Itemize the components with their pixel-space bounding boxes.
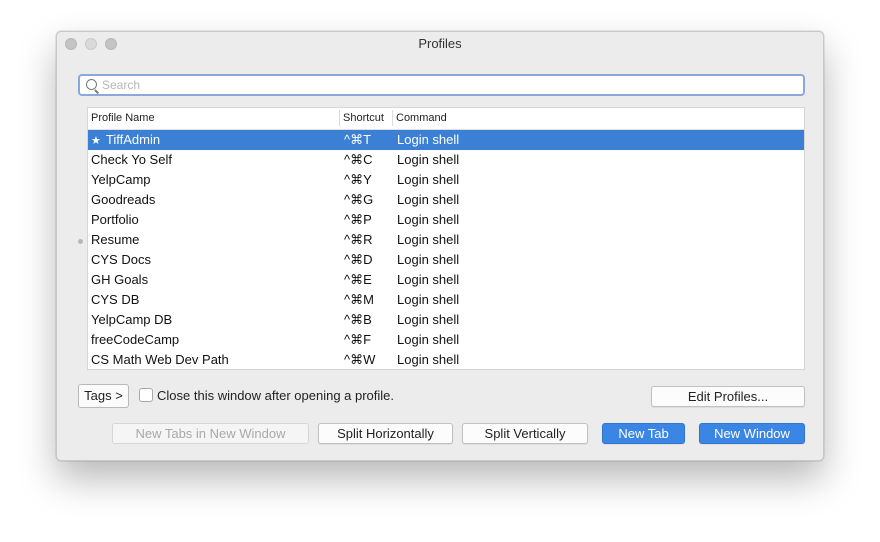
profile-shortcut: ^⌘T	[344, 132, 372, 147]
profile-command: Login shell	[397, 192, 460, 207]
table-row[interactable]: freeCodeCamp ^⌘F Login shell	[88, 330, 804, 350]
table-header: Profile Name Shortcut Command	[88, 108, 804, 130]
split-vertically-button[interactable]: Split Vertically	[462, 423, 588, 444]
profile-command: Login shell	[397, 232, 460, 247]
profile-name: Portfolio	[91, 212, 139, 227]
table-row[interactable]: YelpCamp DB ^⌘B Login shell	[88, 310, 804, 330]
profile-shortcut: ^⌘R	[344, 232, 373, 247]
profile-command: Login shell	[397, 292, 460, 307]
edit-profiles-button[interactable]: Edit Profiles...	[651, 386, 805, 407]
table-row[interactable]: CYS DB ^⌘M Login shell	[88, 290, 804, 310]
title-bar: Profiles	[57, 32, 823, 56]
profile-name: Goodreads	[91, 192, 156, 207]
profile-name: GH Goals	[91, 272, 149, 287]
table-row[interactable]: Resume ^⌘R Login shell	[88, 230, 804, 250]
search-input[interactable]	[102, 77, 792, 93]
profile-name: YelpCamp	[91, 172, 151, 187]
profile-name: YelpCamp DB	[91, 312, 173, 327]
table-row[interactable]: CS Math Web Dev Path ^⌘W Login shell	[88, 350, 804, 369]
profile-shortcut: ^⌘Y	[344, 172, 372, 187]
profile-name: TiffAdmin	[105, 132, 161, 147]
profile-command: Login shell	[397, 172, 460, 187]
table-row[interactable]: Portfolio ^⌘P Login shell	[88, 210, 804, 230]
profile-command: Login shell	[397, 272, 460, 287]
close-after-open-checkbox[interactable]	[139, 388, 153, 402]
profile-name: freeCodeCamp	[91, 332, 180, 347]
profiles-table: Profile Name Shortcut Command ★ TiffAdmin…	[87, 107, 805, 370]
profiles-window: Profiles Profile Name Shortcut Command ★…	[56, 31, 824, 461]
profile-name: CYS DB	[91, 292, 140, 307]
table-row[interactable]: GH Goals ^⌘E Login shell	[88, 270, 804, 290]
profile-name: CYS Docs	[91, 252, 151, 267]
profile-command: Login shell	[397, 152, 460, 167]
profile-shortcut: ^⌘D	[344, 252, 373, 267]
profile-command: Login shell	[397, 212, 460, 227]
profile-shortcut: ^⌘F	[344, 332, 372, 347]
close-after-open-label[interactable]: Close this window after opening a profil…	[157, 388, 394, 403]
profile-name: CS Math Web Dev Path	[91, 352, 229, 367]
profile-name: Resume	[91, 232, 140, 247]
row-indicator-dot	[78, 239, 83, 244]
profile-command: Login shell	[397, 312, 460, 327]
new-tab-button[interactable]: New Tab	[602, 423, 685, 444]
table-row[interactable]: CYS Docs ^⌘D Login shell	[88, 250, 804, 270]
profile-name: Check Yo Self	[91, 152, 172, 167]
profile-shortcut: ^⌘W	[344, 352, 376, 367]
column-header-command[interactable]: Command	[396, 112, 447, 124]
table-row[interactable]: Goodreads ^⌘G Login shell	[88, 190, 804, 210]
table-row[interactable]: Check Yo Self ^⌘C Login shell	[88, 150, 804, 170]
table-body: ★ TiffAdmin ^⌘T Login shell Check Yo Self…	[88, 130, 804, 369]
column-header-profile-name[interactable]: Profile Name	[91, 112, 155, 124]
search-icon	[86, 79, 97, 90]
default-profile-star-icon: ★	[91, 135, 101, 147]
new-window-button[interactable]: New Window	[699, 423, 805, 444]
profile-shortcut: ^⌘B	[344, 312, 372, 327]
profile-command: Login shell	[397, 352, 460, 367]
new-tabs-in-new-window-button[interactable]: New Tabs in New Window	[112, 423, 309, 444]
split-horizontally-button[interactable]: Split Horizontally	[318, 423, 453, 444]
column-divider[interactable]	[392, 110, 393, 126]
table-row[interactable]: ★ TiffAdmin ^⌘T Login shell	[88, 130, 804, 150]
search-field[interactable]	[78, 74, 805, 96]
column-divider[interactable]	[339, 110, 340, 126]
profile-command: Login shell	[397, 252, 460, 267]
profile-shortcut: ^⌘M	[344, 292, 374, 307]
profile-shortcut: ^⌘C	[344, 152, 373, 167]
profile-shortcut: ^⌘P	[344, 212, 372, 227]
table-row[interactable]: YelpCamp ^⌘Y Login shell	[88, 170, 804, 190]
column-header-shortcut[interactable]: Shortcut	[343, 112, 384, 124]
window-title: Profiles	[418, 36, 462, 51]
profile-command: Login shell	[397, 332, 460, 347]
profile-shortcut: ^⌘G	[344, 192, 374, 207]
tags-button[interactable]: Tags >	[78, 384, 129, 408]
profile-command: Login shell	[397, 132, 460, 147]
profile-shortcut: ^⌘E	[344, 272, 372, 287]
